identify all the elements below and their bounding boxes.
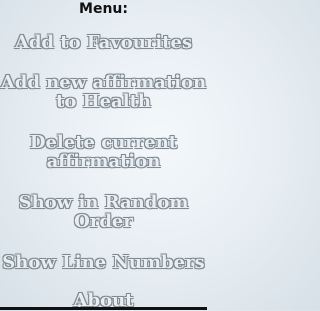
menu-item-add-new-affirmation[interactable]: Add new affirmation to Health bbox=[0, 73, 207, 111]
menu-item-show-random-order[interactable]: Show in Random Order bbox=[0, 193, 207, 231]
menu-item-delete-affirmation[interactable]: Delete current affirmation bbox=[0, 133, 207, 171]
menu-item-add-to-favourites[interactable]: Add to Favourites bbox=[0, 33, 207, 52]
menu-item-show-line-numbers[interactable]: Show Line Numbers bbox=[0, 253, 207, 272]
menu-title: Menu: bbox=[79, 1, 128, 17]
